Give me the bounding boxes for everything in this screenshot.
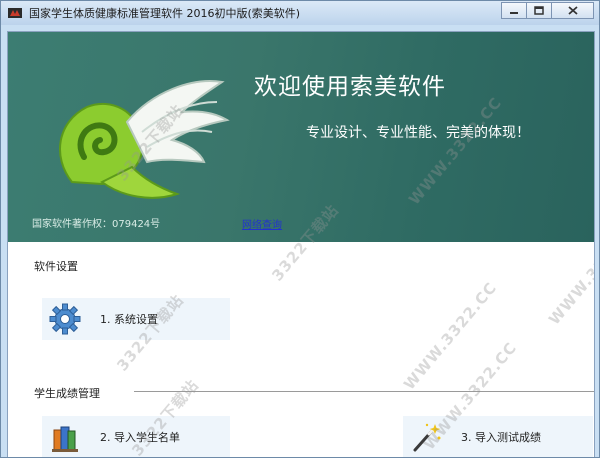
window-controls <box>501 2 594 20</box>
close-button[interactable] <box>551 2 594 19</box>
welcome-banner: 欢迎使用索美软件 专业设计、专业性能、完美的体现！ 国家软件著作权：079424… <box>8 32 594 242</box>
maximize-button[interactable] <box>526 2 552 19</box>
minimize-icon <box>510 11 518 14</box>
welcome-heading: 欢迎使用索美软件 <box>254 74 446 100</box>
section-divider <box>134 391 594 392</box>
app-window: 国家学生体质健康标准管理软件 2016初中版(索美软件) 欢迎使用索美软件 专业… <box>0 0 600 458</box>
maximize-icon <box>534 6 544 15</box>
slogan-text: 专业设计、专业性能、完美的体现！ <box>306 125 530 141</box>
minimize-button[interactable] <box>501 2 527 19</box>
close-icon <box>567 6 578 15</box>
app-logo-icon <box>7 5 23 21</box>
books-icon <box>52 426 78 452</box>
window-title: 国家学生体质健康标准管理软件 2016初中版(索美软件) <box>29 7 301 20</box>
copyright-text: 国家软件著作权：079424号 <box>32 219 161 230</box>
section-title-scores: 学生成绩管理 <box>34 387 100 400</box>
section-title-settings: 软件设置 <box>34 260 78 273</box>
title-bar[interactable]: 国家学生体质健康标准管理软件 2016初中版(索美软件) <box>1 1 599 25</box>
online-query-link[interactable]: 网络查询 <box>242 216 282 231</box>
gear-icon <box>49 303 81 335</box>
main-panel: 欢迎使用索美软件 专业设计、专业性能、完美的体现！ 国家软件著作权：079424… <box>7 31 595 457</box>
wing-logo <box>59 80 230 199</box>
import-scores-label: 3. 导入测试成绩 <box>461 431 541 444</box>
